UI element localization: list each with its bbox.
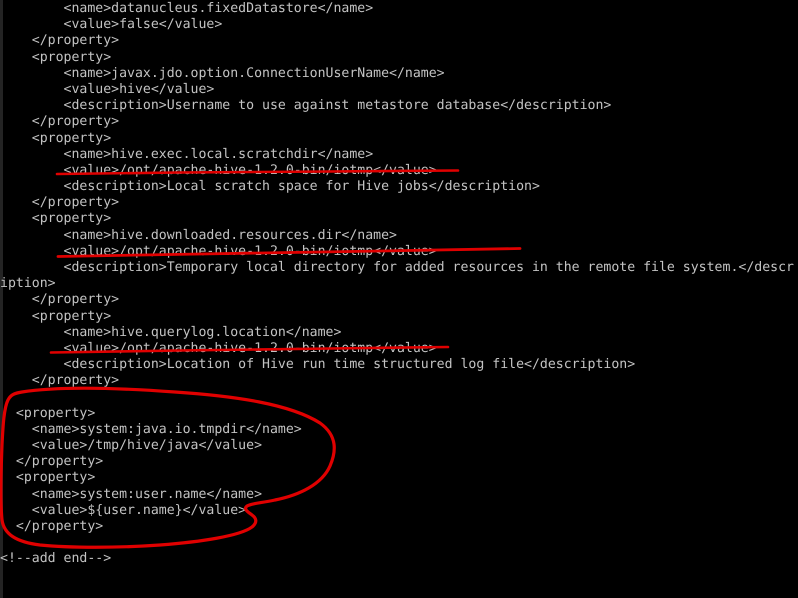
console-line: </property> xyxy=(0,454,104,470)
console-line: <description>Temporary local directory f… xyxy=(0,260,794,275)
console-line: <value>false</value> xyxy=(0,17,223,33)
console-line: <value>${user.name}</value> xyxy=(0,502,247,518)
console-line: <value>hive</value> xyxy=(0,81,215,97)
console-line: <property> xyxy=(0,470,96,486)
console-line: </property> xyxy=(0,373,120,389)
console-line: <name>hive.downloaded.resources.dir</nam… xyxy=(0,227,397,243)
console-line: <value>/opt/apache-hive-1.2.0-bin/iotmp<… xyxy=(0,243,437,259)
console-line: iption> xyxy=(0,276,56,292)
console-line: <name>system:java.io.tmpdir</name> xyxy=(0,421,302,437)
console-line: </property> xyxy=(0,519,104,534)
console-line: </property> xyxy=(0,292,120,308)
console-line: <!--add end--> xyxy=(0,551,112,567)
console-line: <name>system:user.name</name> xyxy=(0,486,263,502)
console-line: <name>hive.querylog.location</name> xyxy=(0,324,342,340)
console-line: <description>Local scratch space for Hiv… xyxy=(0,179,540,195)
console-line: <description>Username to use against met… xyxy=(0,98,612,114)
terminal-window[interactable]: <name>datanucleus.fixedDatastore</name> … xyxy=(0,0,798,598)
console-line: <name>hive.exec.local.scratchdir</name> xyxy=(0,146,374,162)
console-line: <property> xyxy=(0,49,112,65)
console-line: <property> xyxy=(0,308,112,324)
console-line: <property> xyxy=(0,130,112,146)
console-line: <value>/tmp/hive/java</value> xyxy=(0,438,263,454)
console-line: <property> xyxy=(0,211,112,227)
console-line: </property> xyxy=(0,33,120,49)
console-line: <name>datanucleus.fixedDatastore</name> xyxy=(0,1,374,16)
console-line: </property> xyxy=(0,195,120,211)
console-line: <value>/opt/apache-hive-1.2.0-bin/iotmp<… xyxy=(0,162,437,178)
console-line: <name>javax.jdo.option.ConnectionUserNam… xyxy=(0,65,445,81)
console-line: <description>Location of Hive run time s… xyxy=(0,357,636,373)
console-line: <property> xyxy=(0,405,96,421)
console-line: <value>/opt/apache-hive-1.2.0-bin/iotmp<… xyxy=(0,340,437,356)
console-line: </property> xyxy=(0,114,120,130)
console-text-area[interactable]: <name>datanucleus.fixedDatastore</name> … xyxy=(0,0,798,598)
